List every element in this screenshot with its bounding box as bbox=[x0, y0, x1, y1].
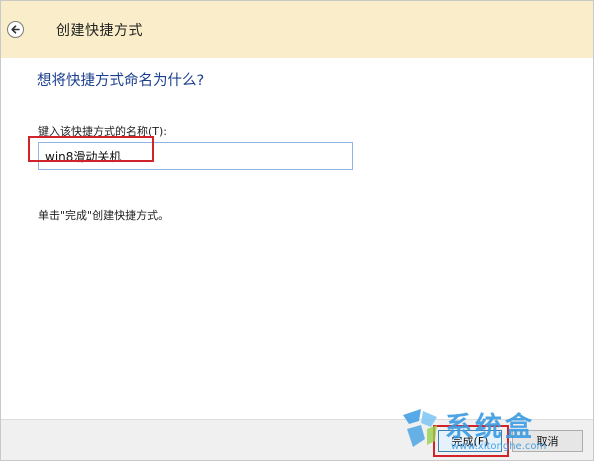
create-shortcut-dialog: 创建快捷方式 想将快捷方式命名为什么? 键入该快捷方式的名称(T): 单击"完成… bbox=[0, 0, 594, 461]
finish-button[interactable]: 完成(F) bbox=[438, 430, 502, 452]
shortcut-name-label: 键入该快捷方式的名称(T): bbox=[38, 125, 168, 138]
page-heading: 想将快捷方式命名为什么? bbox=[37, 73, 205, 89]
window-title: 创建快捷方式 bbox=[56, 23, 143, 39]
finish-hint-text: 单击"完成"创建快捷方式。 bbox=[38, 209, 170, 222]
shortcut-name-input[interactable] bbox=[38, 142, 353, 170]
cancel-button[interactable]: 取消 bbox=[512, 430, 583, 452]
back-arrow-icon bbox=[10, 24, 21, 35]
back-button[interactable] bbox=[7, 21, 24, 38]
title-bar: 创建快捷方式 bbox=[1, 1, 593, 58]
button-bar bbox=[1, 419, 593, 460]
